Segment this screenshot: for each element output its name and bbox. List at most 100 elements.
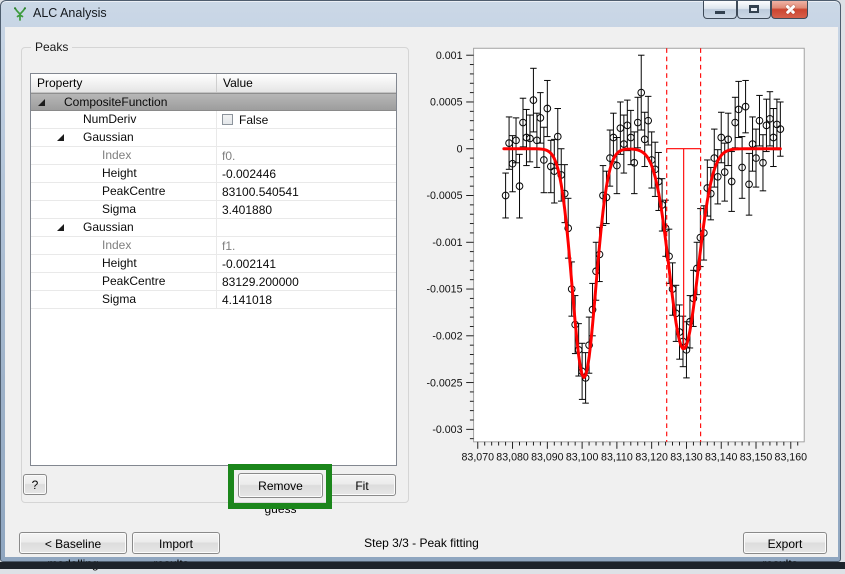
property-row[interactable]: Sigma 4.141018 xyxy=(31,291,396,309)
y-tick-label: 0.001 xyxy=(436,50,463,62)
y-tick-label: -0.0015 xyxy=(426,284,462,296)
property-name-cell[interactable]: Index xyxy=(31,147,217,164)
property-value-cell[interactable]: -0.002141 xyxy=(217,255,396,272)
property-name: PeakCentre xyxy=(102,274,165,288)
property-value: f1. xyxy=(222,238,235,254)
remove-guess-button[interactable]: Remove guess xyxy=(238,473,323,498)
property-name-cell[interactable]: CompositeFunction xyxy=(31,94,217,110)
property-value-cell[interactable]: -0.002446 xyxy=(217,165,396,182)
y-tick-label: -0.001 xyxy=(432,237,462,249)
property-value-cell[interactable]: f0. xyxy=(217,147,396,164)
property-name-cell[interactable]: Index xyxy=(31,237,217,254)
property-name: Height xyxy=(102,256,137,270)
x-tick-label: 83,130 xyxy=(670,451,703,463)
property-row[interactable]: NumDeriv False xyxy=(31,111,396,129)
property-name-cell[interactable]: PeakCentre xyxy=(31,183,217,200)
property-value: -0.002141 xyxy=(222,256,276,272)
property-value-cell[interactable]: False xyxy=(217,111,396,128)
property-name: Sigma xyxy=(102,202,136,216)
property-name-cell[interactable]: NumDeriv xyxy=(31,111,217,128)
x-tick-label: 83,080 xyxy=(496,451,529,463)
export-results-button[interactable]: Export results... xyxy=(743,532,827,554)
property-value: -0.002446 xyxy=(222,166,276,182)
help-button[interactable]: ? xyxy=(23,474,47,495)
property-row[interactable]: Sigma 3.401880 xyxy=(31,201,396,219)
y-tick-label: -0.0025 xyxy=(426,377,462,389)
property-value-cell[interactable]: 4.141018 xyxy=(217,291,396,308)
y-tick-label: 0 xyxy=(457,143,463,155)
property-value: 3.401880 xyxy=(222,202,272,218)
property-name: Index xyxy=(102,148,131,162)
y-tick-label: -0.003 xyxy=(432,424,462,436)
property-row[interactable]: PeakCentre 83129.200000 xyxy=(31,273,396,291)
title-bar[interactable]: ALC Analysis xyxy=(1,1,840,27)
property-row[interactable]: PeakCentre 83100.540541 xyxy=(31,183,396,201)
y-tick-label: 0.0005 xyxy=(430,97,463,109)
property-name: Gaussian xyxy=(83,220,134,234)
property-table[interactable]: Property Value CompositeFunctionNumDeriv… xyxy=(30,73,397,466)
branch-expander-icon[interactable] xyxy=(57,224,64,231)
property-value: 4.141018 xyxy=(222,292,272,308)
property-name: Sigma xyxy=(102,292,136,306)
property-value: f0. xyxy=(222,148,235,164)
column-header-value: Value xyxy=(217,74,396,92)
property-row[interactable]: Index f0. xyxy=(31,147,396,165)
screen-edge-strip xyxy=(0,562,845,569)
branch-expander-icon[interactable] xyxy=(38,99,45,106)
property-name-cell[interactable]: Height xyxy=(31,165,217,182)
property-name-cell[interactable]: Sigma xyxy=(31,201,217,218)
minimize-icon xyxy=(715,11,725,14)
y-axis: 0.0010.00050-0.0005-0.001-0.0015-0.002-0… xyxy=(426,50,473,439)
peaks-group-title: Peaks xyxy=(31,40,72,54)
x-tick-label: 83,120 xyxy=(635,451,668,463)
property-name: Index xyxy=(102,238,131,252)
maximize-button[interactable] xyxy=(737,1,771,19)
minimize-button[interactable] xyxy=(703,1,737,19)
property-name-cell[interactable]: PeakCentre xyxy=(31,273,217,290)
property-value-cell[interactable] xyxy=(217,94,396,110)
property-table-body: CompositeFunction NumDeriv False Gaussian In… xyxy=(31,93,396,309)
column-header-property: Property xyxy=(31,74,217,92)
x-tick-label: 83,070 xyxy=(462,451,495,463)
property-value-cell[interactable] xyxy=(217,129,396,146)
property-value-cell[interactable]: 3.401880 xyxy=(217,201,396,218)
x-tick-label: 83,110 xyxy=(601,451,633,463)
x-tick-label: 83,090 xyxy=(531,451,564,463)
property-value-cell[interactable]: 83129.200000 xyxy=(217,273,396,290)
property-value: 83100.540541 xyxy=(222,184,299,200)
x-tick-label: 83,150 xyxy=(740,451,773,463)
peak-plot[interactable]: 0.0010.00050-0.0005-0.001-0.0015-0.002-0… xyxy=(399,39,839,515)
property-row[interactable]: CompositeFunction xyxy=(31,93,396,111)
property-value: False xyxy=(239,112,268,128)
property-name: PeakCentre xyxy=(102,184,165,198)
x-tick-label: 83,100 xyxy=(566,451,599,463)
property-table-header: Property Value xyxy=(31,74,396,93)
property-name-cell[interactable]: Height xyxy=(31,255,217,272)
property-value-cell[interactable] xyxy=(217,219,396,236)
maximize-icon xyxy=(749,5,759,13)
property-value-cell[interactable]: 83100.540541 xyxy=(217,183,396,200)
alc-analysis-window: ALC Analysis Peaks Property Value Compos… xyxy=(0,0,841,562)
mantid-logo-icon xyxy=(12,6,28,22)
window-title: ALC Analysis xyxy=(33,6,107,20)
branch-expander-icon[interactable] xyxy=(57,134,64,141)
property-value: 83129.200000 xyxy=(222,274,299,290)
property-row[interactable]: Height -0.002141 xyxy=(31,255,396,273)
property-name: Height xyxy=(102,166,137,180)
property-row[interactable]: Gaussian xyxy=(31,129,396,147)
close-button[interactable] xyxy=(771,1,808,19)
numderiv-checkbox[interactable] xyxy=(222,114,233,125)
x-tick-label: 83,160 xyxy=(775,451,808,463)
x-tick-label: 83,140 xyxy=(705,451,738,463)
property-name-cell[interactable]: Sigma xyxy=(31,291,217,308)
property-row[interactable]: Height -0.002446 xyxy=(31,165,396,183)
property-row[interactable]: Gaussian xyxy=(31,219,396,237)
property-name: NumDeriv xyxy=(83,112,136,126)
property-row[interactable]: Index f1. xyxy=(31,237,396,255)
property-value-cell[interactable]: f1. xyxy=(217,237,396,254)
fit-button[interactable]: Fit xyxy=(328,474,396,496)
x-axis: 83,07083,08083,09083,10083,11083,12083,1… xyxy=(462,442,808,464)
property-name: Gaussian xyxy=(83,130,134,144)
step-label: Step 3/3 - Peak fitting xyxy=(1,536,842,550)
y-tick-label: -0.0005 xyxy=(426,190,462,202)
